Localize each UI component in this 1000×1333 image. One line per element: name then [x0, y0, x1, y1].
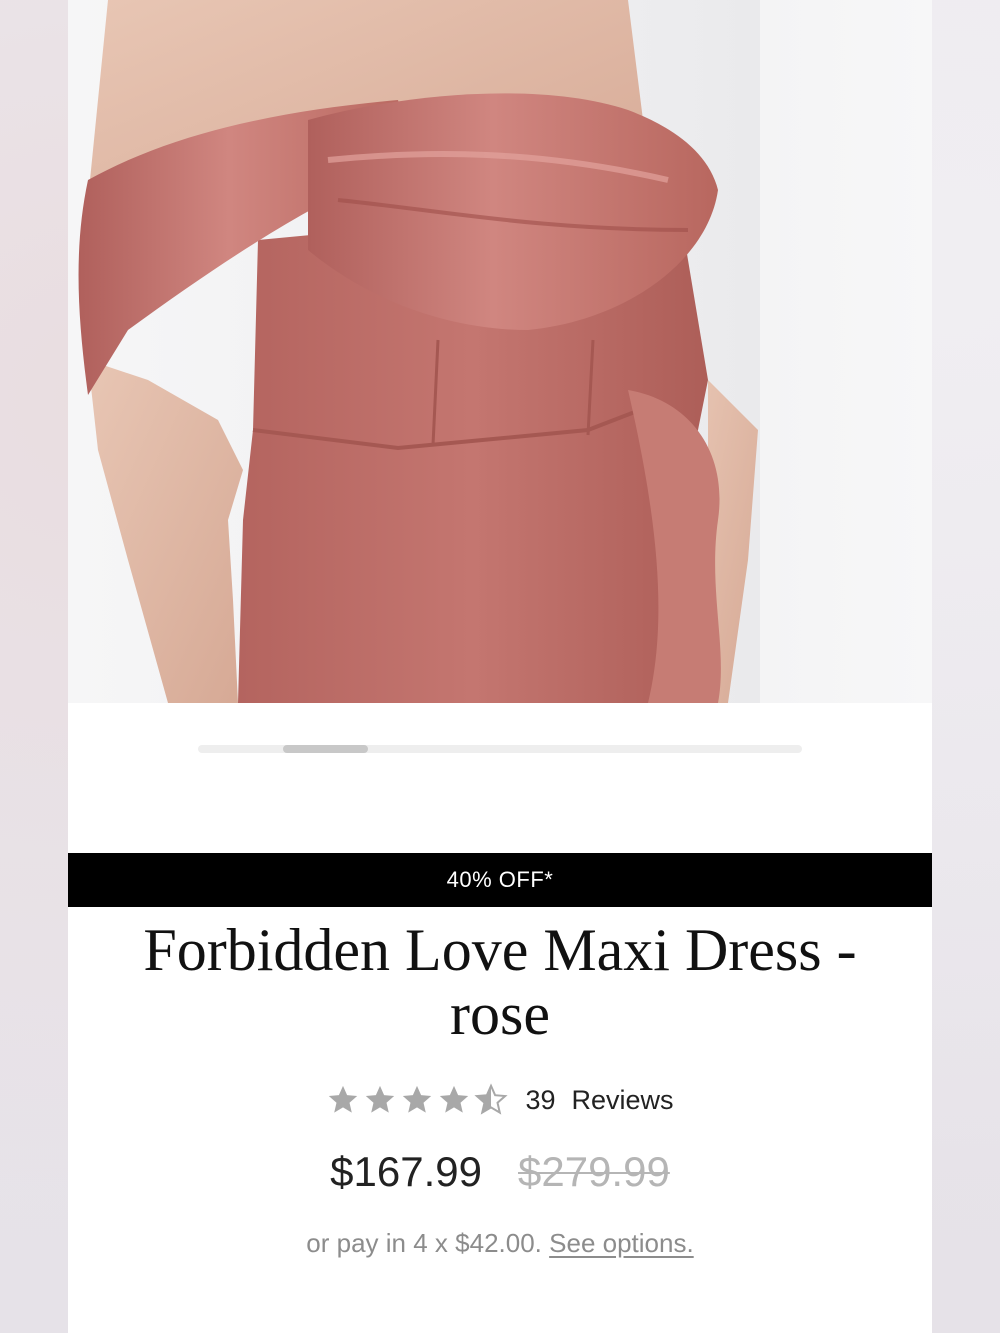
see-options-link[interactable]: See options.: [549, 1228, 694, 1258]
star-full-icon: [403, 1085, 432, 1113]
carousel-scrollbar[interactable]: [198, 745, 802, 753]
original-price: $279.99: [518, 1148, 670, 1195]
star-full-icon: [440, 1085, 469, 1113]
review-count: 39: [525, 1084, 556, 1115]
star-half-icon: [474, 1083, 509, 1115]
price-block: $167.99 $279.99: [68, 1148, 932, 1196]
product-page: 40% OFF* Forbidden Love Maxi Dress - ros…: [68, 0, 932, 1333]
sale-price: $167.99: [330, 1148, 482, 1195]
promo-banner: 40% OFF*: [68, 853, 932, 907]
star-rating: [326, 1083, 511, 1117]
dress-illustration: [78, 0, 758, 703]
installments-text: or pay in 4 x $42.00.: [306, 1228, 542, 1258]
carousel-scrollbar-thumb[interactable]: [283, 745, 368, 753]
star-full-icon: [366, 1085, 395, 1113]
rating-summary[interactable]: 39 Reviews: [68, 1080, 932, 1120]
star-full-icon: [329, 1085, 358, 1113]
promo-label: 40% OFF*: [446, 867, 554, 892]
installments-info: or pay in 4 x $42.00. See options.: [68, 1228, 932, 1259]
product-image[interactable]: [68, 0, 932, 703]
reviews-link[interactable]: Reviews: [572, 1085, 674, 1116]
product-title: Forbidden Love Maxi Dress - rose: [143, 917, 857, 1047]
